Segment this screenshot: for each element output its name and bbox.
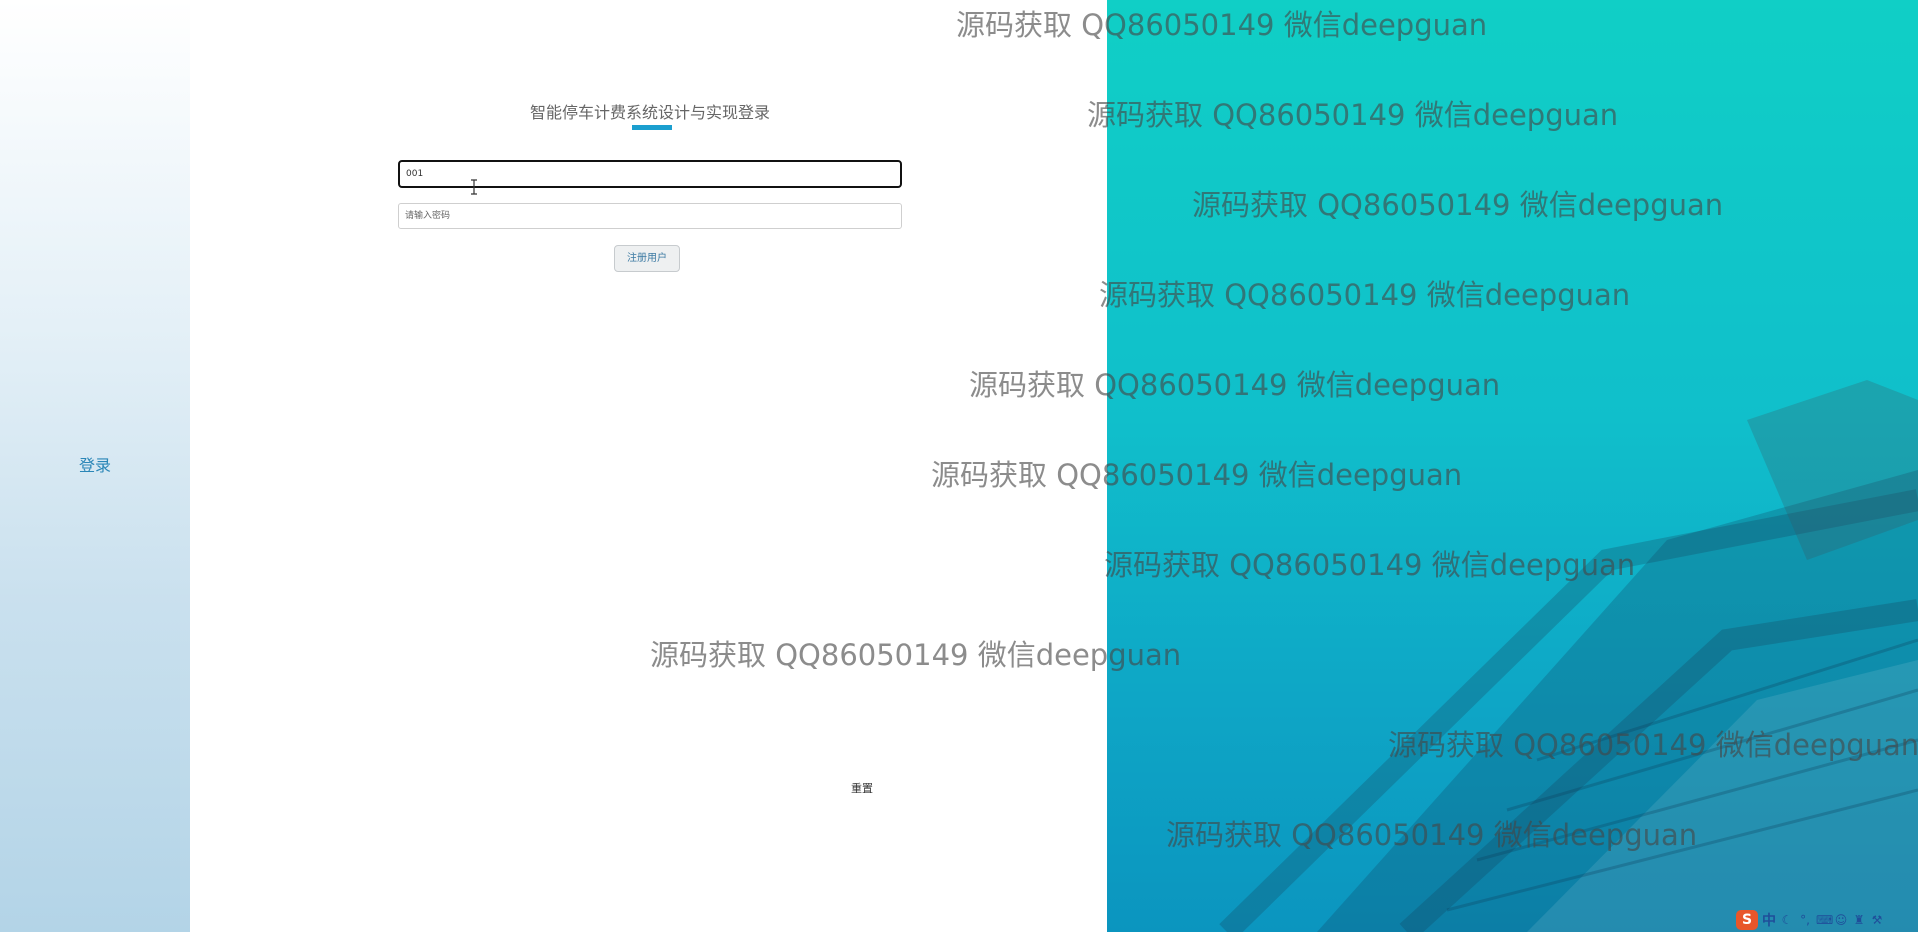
register-button[interactable]: 注册用户 <box>614 245 680 272</box>
page-title: 智能停车计费系统设计与实现登录 <box>529 103 770 122</box>
sidebar-item-login[interactable]: 登录 <box>0 452 190 476</box>
user-icon[interactable]: ☺ <box>1834 913 1848 927</box>
wrench-icon[interactable]: ⚒ <box>1870 913 1884 927</box>
ime-toolbar: S 中 ☾ °, ⌨ ☺ ♜ ⚒ <box>1732 908 1918 932</box>
shirt-icon[interactable]: ♜ <box>1852 913 1866 927</box>
moon-icon[interactable]: ☾ <box>1780 913 1794 927</box>
watermark-text: 源码获取 QQ86050149 微信deepguan <box>650 638 1182 672</box>
watermark-text: 源码获取 QQ86050149 微信deepguan <box>1192 188 1724 222</box>
keyboard-icon[interactable]: ⌨ <box>1816 913 1833 927</box>
reset-button[interactable]: 重置 <box>840 780 884 796</box>
watermark-text: 源码获取 QQ86050149 微信deepguan <box>1104 548 1636 582</box>
watermark-text: 源码获取 QQ86050149 微信deepguan <box>1166 818 1698 852</box>
watermark-text: 源码获取 QQ86050149 微信deepguan <box>1388 728 1918 762</box>
title-underline <box>632 125 672 130</box>
watermark-text: 源码获取 QQ86050149 微信deepguan <box>956 8 1488 42</box>
watermark-text: 源码获取 QQ86050149 微信deepguan <box>1099 278 1631 312</box>
password-input[interactable] <box>398 203 902 229</box>
text-cursor-icon <box>471 179 477 195</box>
sidebar: 登录 <box>0 0 190 932</box>
watermark-text: 源码获取 QQ86050149 微信deepguan <box>1087 98 1619 132</box>
ime-mode-toggle[interactable]: 中 <box>1762 910 1776 930</box>
watermark-text: 源码获取 QQ86050149 微信deepguan <box>969 368 1501 402</box>
watermark-text: 源码获取 QQ86050149 微信deepguan <box>931 458 1463 492</box>
punctuation-icon[interactable]: °, <box>1798 913 1812 927</box>
ime-logo-icon[interactable]: S <box>1736 910 1758 930</box>
